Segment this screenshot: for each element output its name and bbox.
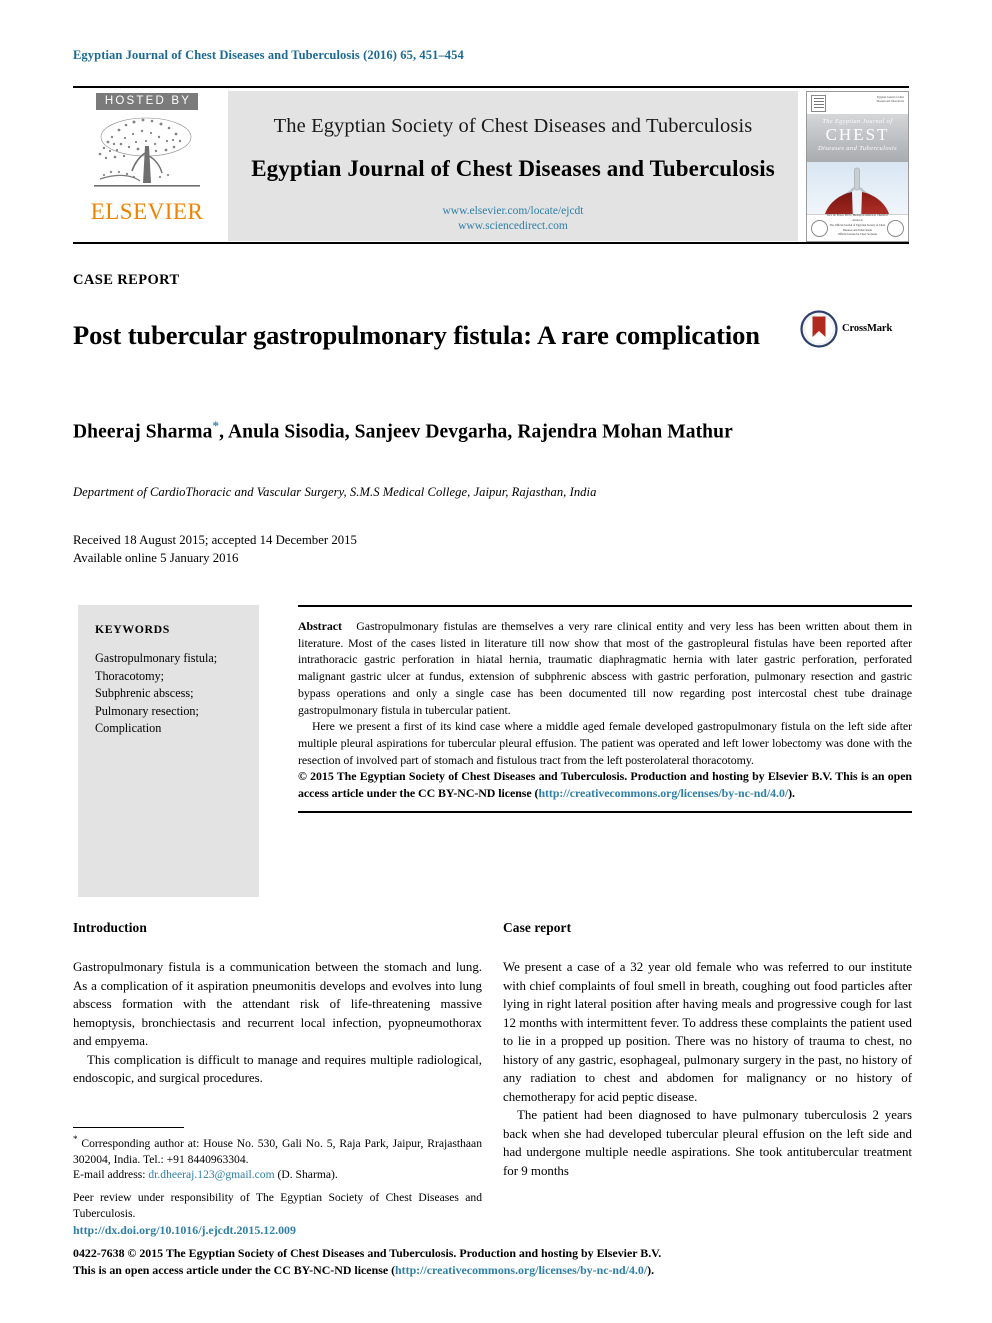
author-list: Dheeraj Sharma*, Anula Sisodia, Sanjeev …	[73, 418, 913, 444]
cover-seal-right-icon	[887, 220, 904, 237]
footer-license-line: This is an open access article under the…	[73, 1262, 913, 1279]
introduction-paragraph-2: This complication is difficult to manage…	[73, 1052, 482, 1086]
list-item: Complication	[95, 721, 162, 736]
sciencedirect-link[interactable]: www.sciencedirect.com	[458, 220, 568, 232]
cover-line-2: CHEST	[825, 125, 890, 144]
cover-line-3: Diseases and Tuberculosis	[817, 145, 898, 152]
corresponding-author-text: Corresponding author at: House No. 530, …	[73, 1136, 482, 1166]
journal-title-panel: The Egyptian Society of Chest Diseases a…	[228, 91, 798, 241]
list-item: Subphrenic abscess;	[95, 686, 194, 701]
cover-footer-text: Incl. in: Ebsco, B.I.S., Biological Abst…	[827, 214, 888, 237]
doi-link-wrapper: http://dx.doi.org/10.1016/j.ejcdt.2015.1…	[73, 1222, 482, 1238]
article-page: Egyptian Journal of Chest Diseases and T…	[0, 0, 992, 1323]
available-online-line: Available online 5 January 2016	[73, 551, 239, 566]
cc-license-link[interactable]: http://creativecommons.org/licenses/by-n…	[538, 786, 788, 800]
section-heading-case-report: Case report	[503, 920, 572, 935]
footer-license-pre: This is an open access article under the…	[73, 1262, 396, 1277]
journal-masthead: HOSTED BY ELSEVIER The Egyptian Society …	[73, 86, 909, 244]
society-name: The Egyptian Society of Chest Diseases a…	[273, 115, 753, 137]
elsevier-wordmark: ELSEVIER	[90, 199, 204, 224]
cover-bottom-band: Incl. in: Ebsco, B.I.S., Biological Abst…	[807, 214, 908, 241]
column-left: Introduction Gastropulmonary fistula is …	[73, 918, 482, 1088]
author-names-pre: Dheeraj Sharma	[73, 421, 213, 443]
abstract-copyright: © 2015 The Egyptian Society of Chest Dis…	[298, 768, 912, 801]
list-item: Thoracotomy;	[95, 668, 165, 683]
cover-top-bar: Egyptian Journal of Chest Diseases and T…	[807, 92, 908, 115]
footer-issn-copyright: 0422-7638 © 2015 The Egyptian Society of…	[73, 1246, 662, 1260]
author-names-post: , Anula Sisodia, Sanjeev Devgarha, Rajen…	[219, 421, 733, 443]
cover-masthead-text: Egyptian Journal of Chest Diseases and T…	[876, 96, 904, 103]
email-label: E-mail address:	[73, 1168, 146, 1182]
hosted-by-badge: HOSTED BY	[95, 93, 199, 110]
page-footer: 0422-7638 © 2015 The Egyptian Society of…	[73, 1245, 913, 1279]
doi-link[interactable]: http://dx.doi.org/10.1016/j.ejcdt.2015.1…	[73, 1223, 296, 1237]
keywords-panel: KEYWORDS Gastropulmonary fistula; Thorac…	[78, 605, 259, 897]
crossmark-label: CrossMark	[842, 323, 893, 334]
journal-cover-thumbnail: Egyptian Journal of Chest Diseases and T…	[806, 91, 909, 242]
corresponding-author-note: * Corresponding author at: House No. 530…	[73, 1133, 482, 1167]
abstract-body: Abstract Gastropulmonary fistulas are th…	[298, 607, 912, 802]
keywords-heading: KEYWORDS	[95, 622, 170, 636]
footnotes-block: * Corresponding author at: House No. 530…	[73, 1127, 482, 1238]
footer-cc-license-link[interactable]: http://creativecommons.org/licenses/by-n…	[395, 1263, 647, 1277]
abstract-block: Abstract Gastropulmonary fistulas are th…	[298, 605, 912, 813]
crossmark-icon	[800, 310, 838, 348]
crossmark-badge[interactable]: CrossMark	[800, 310, 910, 352]
abstract-paragraph-1: Abstract Gastropulmonary fistulas are th…	[298, 618, 912, 718]
cover-title-band: The Egyptian Journal of CHEST Diseases a…	[807, 114, 908, 162]
column-right: Case report We present a case of a 32 ye…	[503, 918, 912, 1180]
keywords-list: Gastropulmonary fistula; Thoracotomy; Su…	[95, 650, 255, 738]
abstract-paragraph-1-text: Gastropulmonary fistulas are themselves …	[298, 619, 912, 717]
journal-name: Egyptian Journal of Chest Diseases and T…	[251, 156, 775, 181]
email-link[interactable]: dr.dheeraj.123@gmail.com	[148, 1168, 274, 1181]
page-title: Post tubercular gastropulmonary fistula:…	[73, 319, 760, 350]
elsevier-tree-icon	[73, 113, 221, 199]
abstract-copyright-tail: ).	[788, 786, 795, 801]
case-report-paragraph-2: The patient had been diagnosed to have p…	[503, 1108, 912, 1178]
footnote-rule	[73, 1127, 184, 1128]
introduction-paragraph-1: Gastropulmonary fistula is a communicati…	[73, 960, 482, 1049]
elsevier-locate-link[interactable]: www.elsevier.com/locate/ejcdt	[442, 205, 583, 217]
case-report-paragraph-1: We present a case of a 32 year old femal…	[503, 960, 912, 1104]
email-note: E-mail address: dr.dheeraj.123@gmail.com…	[73, 1167, 482, 1183]
abstract-label: Abstract	[298, 619, 342, 633]
author-affiliation: Department of CardioThoracic and Vascula…	[73, 485, 597, 499]
journal-urls: www.elsevier.com/locate/ejcdt www.scienc…	[228, 182, 798, 234]
running-head: Egyptian Journal of Chest Diseases and T…	[73, 48, 464, 62]
cover-publisher-icon	[811, 95, 826, 112]
footnote-marker: *	[73, 1134, 78, 1144]
cover-line-1: The Egyptian Journal of	[822, 119, 893, 125]
email-owner: (D. Sharma).	[277, 1168, 338, 1182]
footer-license-post: ).	[647, 1262, 655, 1277]
list-item: Gastropulmonary fistula;	[95, 651, 218, 665]
section-heading-introduction: Introduction	[73, 920, 147, 935]
article-type-label: CASE REPORT	[73, 272, 180, 288]
abstract-paragraph-2: Here we present a first of its kind case…	[298, 719, 912, 767]
received-accepted-line: Received 18 August 2015; accepted 14 Dec…	[73, 533, 357, 547]
cover-seal-left-icon	[811, 220, 828, 237]
article-dates: Received 18 August 2015; accepted 14 Dec…	[73, 531, 357, 567]
list-item: Pulmonary resection;	[95, 703, 199, 718]
peer-review-note: Peer review under responsibility of The …	[73, 1191, 482, 1220]
publisher-block: HOSTED BY ELSEVIER	[73, 91, 221, 243]
abstract-bottom-rule	[298, 810, 912, 813]
